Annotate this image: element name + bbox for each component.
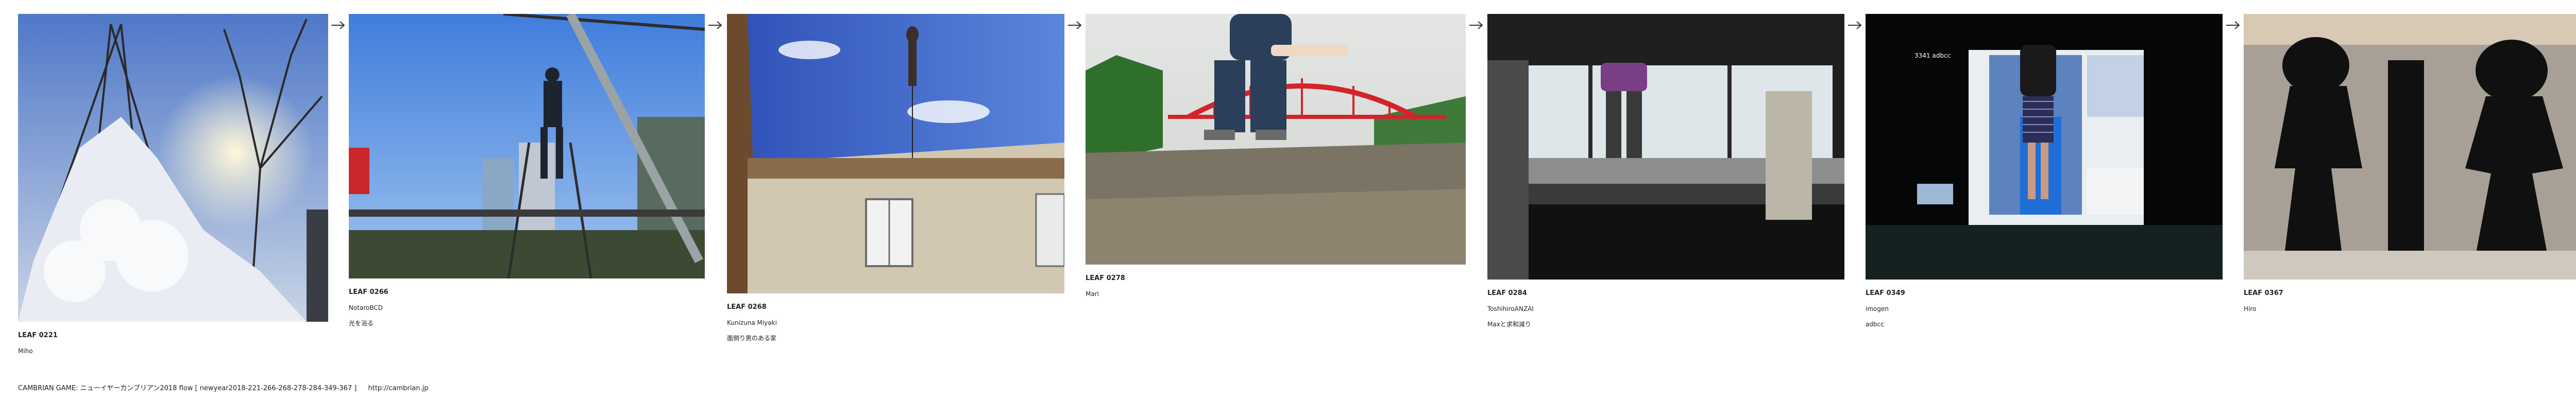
leaf-photo[interactable]: [1487, 14, 1844, 280]
leaf-id[interactable]: LEAF 0284: [1487, 286, 1844, 301]
leaf-title: adbcc: [1866, 321, 1884, 328]
leaf-id[interactable]: LEAF 0278: [1086, 271, 1466, 286]
screen-label: 3341 adbcc: [1914, 52, 1951, 59]
leaf-card: LEAF 0268 Kunizuna Miyaki 面倒り男のある家: [727, 14, 1064, 346]
leaf-author: Mari: [1086, 290, 1099, 298]
leaf-card: LEAF 0221 Miho: [18, 14, 328, 359]
leaf-caption: LEAF 0349 imogen adbcc: [1866, 286, 2223, 332]
leaf-photo[interactable]: [349, 14, 705, 278]
leaf-caption: LEAF 0221 Miho: [18, 328, 328, 359]
leaf-card: 3341 adbcc LEAF 0349 imogen adbcc: [1866, 14, 2223, 332]
leaf-author: ToshihiroANZAI: [1487, 305, 1534, 312]
leaf-author: Kunizuna Miyaki: [727, 319, 777, 326]
leaf-photo[interactable]: [18, 14, 328, 322]
leaf-caption: LEAF 0266 NotaroBCD 光を浴る: [349, 285, 705, 331]
leaf-photo[interactable]: [727, 14, 1064, 293]
flow-arrow-icon: [707, 20, 723, 30]
leaf-author: Miho: [18, 347, 33, 355]
leaf-author: imogen: [1866, 305, 1889, 312]
flow-arrow-icon: [330, 20, 346, 30]
flow-arrow-icon: [1468, 20, 1484, 30]
leaf-caption: LEAF 0278 Mari: [1086, 271, 1466, 302]
leaf-id[interactable]: LEAF 0367: [2244, 286, 2576, 301]
leaf-title: 光を浴る: [349, 320, 374, 327]
leaf-caption: LEAF 0284 ToshihiroANZAI Maxと求和減り: [1487, 286, 1844, 332]
leaf-title: 面倒り男のある家: [727, 335, 777, 342]
leaf-card: LEAF 0367 Hiro: [2244, 14, 2576, 317]
flow-arrow-icon: [1847, 20, 1862, 30]
leaf-author: NotaroBCD: [349, 304, 383, 311]
leaf-author: Hiro: [2244, 305, 2257, 312]
footer-flow-text: CAMBRIAN GAME: ニューイヤーカンブリアン2018 flow [ n…: [18, 385, 357, 392]
leaf-card: LEAF 0278 Mari: [1086, 14, 1466, 302]
leaf-id[interactable]: LEAF 0268: [727, 300, 1064, 315]
leaf-caption: LEAF 0367 Hiro: [2244, 286, 2576, 317]
leaf-card: LEAF 0284 ToshihiroANZAI Maxと求和減り: [1487, 14, 1844, 332]
leaf-card: LEAF 0266 NotaroBCD 光を浴る: [349, 14, 705, 331]
footer: CAMBRIAN GAME: ニューイヤーカンブリアン2018 flow [ n…: [18, 382, 429, 392]
leaf-photo[interactable]: [2244, 14, 2576, 280]
flow-arrow-icon: [1067, 20, 1082, 30]
flow-arrow-icon: [2225, 20, 2241, 30]
leaf-photo[interactable]: 3341 adbcc: [1866, 14, 2223, 280]
leaf-id[interactable]: LEAF 0266: [349, 285, 705, 300]
leaf-id[interactable]: LEAF 0221: [18, 328, 328, 343]
leaf-title: Maxと求和減り: [1487, 321, 1531, 328]
leaf-caption: LEAF 0268 Kunizuna Miyaki 面倒り男のある家: [727, 300, 1064, 346]
leaf-id[interactable]: LEAF 0349: [1866, 286, 2223, 301]
footer-site-link[interactable]: http://cambrian.jp: [368, 385, 429, 392]
leaf-photo[interactable]: [1086, 14, 1466, 265]
